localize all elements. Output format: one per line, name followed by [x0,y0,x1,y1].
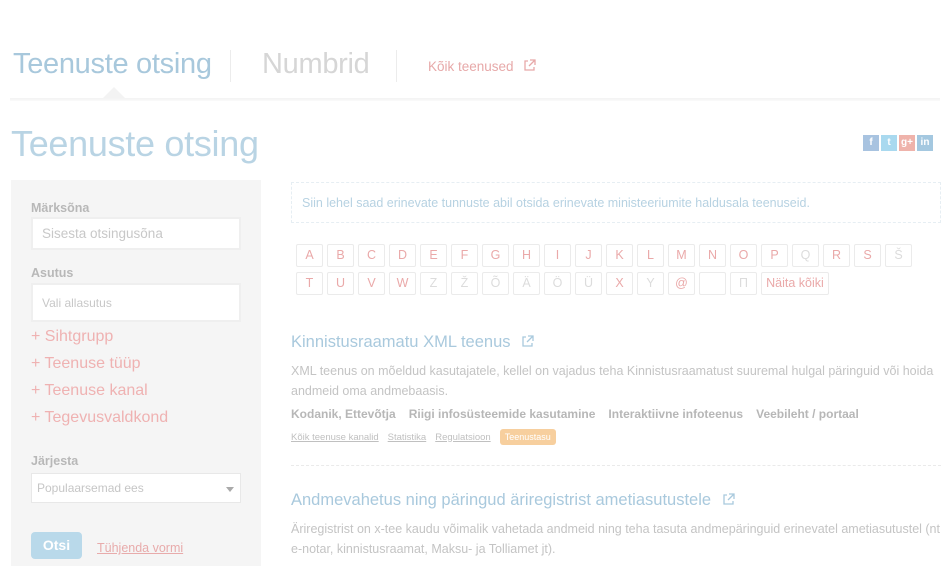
service-tag: Riigi infosüsteemide kasutamine [408,407,596,421]
reset-form-link[interactable]: Tühjenda vormi [97,541,183,555]
letter-button[interactable]: T [296,272,323,295]
letter-button[interactable]: Ö [544,272,571,295]
statistics-link[interactable]: Statistika [388,432,427,443]
show-all-button[interactable]: Näita kõiki [761,272,829,295]
agency-select[interactable]: Vali allasutus [31,283,241,322]
filter-service-type[interactable]: + Teenuse tüüp [31,355,141,373]
service-tag: Veebileht / portaal [756,407,859,421]
letter-button[interactable]: F [451,244,478,267]
alphabet-row: ABCDEFGHIJKLMNOPQRSŠ [296,244,941,267]
external-link-icon [521,334,534,353]
googleplus-icon[interactable]: g+ [899,135,915,151]
keyword-input[interactable]: Sisesta otsingusõna [31,217,241,250]
letter-button[interactable]: H [513,244,540,267]
nav-separator [230,50,231,82]
alphabet-filter: ABCDEFGHIJKLMNOPQRSŠ T U V W Z Ž Õ Ä Ö Ü X Y @ П Näit… [296,244,941,300]
letter-button[interactable]: Š [885,244,912,267]
letter-button[interactable]: W [389,272,416,295]
regulation-link[interactable]: Regulatsioon [435,432,490,443]
letter-button[interactable]: L [637,244,664,267]
filter-target-group[interactable]: + Sihtgrupp [31,328,113,346]
service-item: Kinnistusraamatu XML teenus XML teenus o… [291,333,941,445]
keyword-placeholder: Sisesta otsingusõna [42,226,163,241]
letter-button[interactable]: B [327,244,354,267]
service-title-link[interactable]: Andmevahetus ning päringud äriregistrist… [291,491,941,511]
social-share-bar: f t g+ in [863,135,933,151]
service-title-link[interactable]: Kinnistusraamatu XML teenus [291,333,941,353]
external-link-icon [722,492,735,511]
letter-button[interactable]: K [606,244,633,267]
letter-button[interactable]: J [575,244,602,267]
letter-button[interactable]: G [482,244,509,267]
letter-button[interactable] [699,272,726,295]
letter-button[interactable]: Y [637,272,664,295]
nav-underline [10,98,940,101]
letter-button[interactable]: E [420,244,447,267]
nav-separator [396,50,397,82]
letter-button[interactable]: V [358,272,385,295]
top-navigation: Teenuste otsing Numbrid Kõik teenused [0,0,943,101]
all-services-link[interactable]: Kõik teenused [428,59,536,75]
service-title: Andmevahetus ning päringud äriregistrist… [291,491,712,509]
twitter-icon[interactable]: t [881,135,897,151]
letter-button[interactable]: @ [668,272,695,295]
letter-button[interactable]: O [730,244,757,267]
tab-service-search[interactable]: Teenuste otsing [13,48,212,81]
sort-value: Populaarsemad ees [37,481,144,495]
letter-button[interactable]: Z [420,272,447,295]
sort-label: Järjesta [31,454,79,468]
intro-text: Siin lehel saad erinevate tunnuste abil … [291,182,941,223]
letter-button[interactable]: Ä [513,272,540,295]
search-sidebar: Märksõna Sisesta otsingusõna Asutus Vali… [11,180,261,566]
linkedin-icon[interactable]: in [917,135,933,151]
letter-button[interactable]: Ü [575,272,602,295]
agency-label: Asutus [31,266,74,280]
letter-button[interactable]: P [761,244,788,267]
search-button[interactable]: Otsi [31,532,82,559]
external-link-icon [523,59,536,75]
service-tags: Kodanik, Ettevõtja Riigi infosüsteemide … [291,407,941,421]
letter-button[interactable]: D [389,244,416,267]
letter-button[interactable]: M [668,244,695,267]
letter-button[interactable]: A [296,244,323,267]
filter-activity-area[interactable]: + Tegevusvaldkond [31,409,168,427]
chevron-down-icon [226,487,234,492]
letter-button[interactable]: П [730,272,757,295]
service-divider [291,465,941,466]
alphabet-row: T U V W Z Ž Õ Ä Ö Ü X Y @ П Näita kõiki [296,272,941,295]
letter-button[interactable]: U [327,272,354,295]
agency-placeholder: Vali allasutus [42,295,112,310]
filter-service-channel[interactable]: + Teenuse kanal [31,382,148,400]
letter-button[interactable]: S [854,244,881,267]
tab-numbers[interactable]: Numbrid [262,48,370,81]
all-channels-link[interactable]: Kõik teenuse kanalid [291,432,379,443]
service-title: Kinnistusraamatu XML teenus [291,333,511,351]
letter-button[interactable]: C [358,244,385,267]
facebook-icon[interactable]: f [863,135,879,151]
letter-button[interactable]: X [606,272,633,295]
letter-button[interactable]: N [699,244,726,267]
keyword-label: Märksõna [31,201,90,215]
letter-button[interactable]: R [823,244,850,267]
service-tag: Kodanik, Ettevõtja [291,407,396,421]
service-description: XML teenus on mõeldud kasutajatele, kell… [291,364,934,398]
sort-select[interactable]: Populaarsemad ees [31,473,241,503]
fee-badge: Teenustasu [499,429,556,445]
letter-button[interactable]: Q [792,244,819,267]
letter-button[interactable]: Õ [482,272,509,295]
page-title: Teenuste otsing [11,123,259,164]
letter-button[interactable]: I [544,244,571,267]
service-links: Kõik teenuse kanalid Statistika Regulats… [291,429,941,445]
service-description: Äriregistrist on x-tee kaudu võimalik va… [291,522,940,556]
letter-button[interactable]: Ž [451,272,478,295]
active-tab-pointer [103,87,125,98]
all-services-label: Kõik teenused [428,59,514,74]
service-tag: Interaktiivne infoteenus [608,407,744,421]
service-item: Andmevahetus ning päringud äriregistrist… [291,491,941,559]
